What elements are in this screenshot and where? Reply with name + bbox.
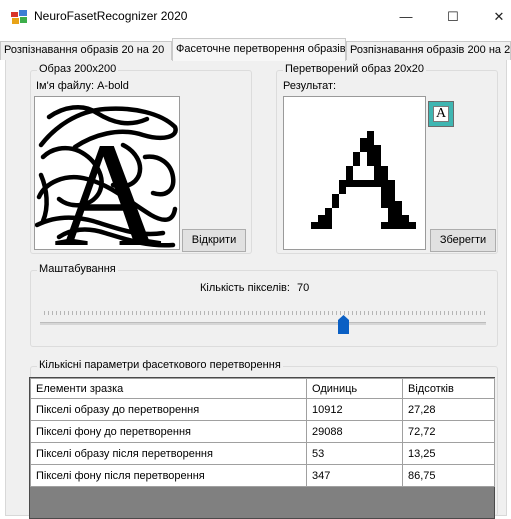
stats-grid[interactable]: Елементи зразка Одиниць Відсотків Піксел… bbox=[29, 377, 495, 519]
original-image-drawing: A bbox=[35, 104, 178, 249]
scaling-group-title: Маштабування bbox=[37, 263, 118, 275]
open-button[interactable]: Відкрити bbox=[182, 229, 246, 252]
table-row[interactable]: Пікселі фону до перетворення 29088 72,72 bbox=[30, 420, 495, 443]
pixel-slider-track[interactable] bbox=[40, 322, 486, 325]
maximize-button[interactable]: ☐ bbox=[430, 0, 476, 34]
row-name-cell: Пікселі фону до перетворення bbox=[30, 420, 307, 443]
stats-group-title: Кількісні параметри фасеткового перетвор… bbox=[37, 359, 283, 371]
result-thumbnail-letter: A bbox=[433, 106, 449, 122]
app-icon bbox=[11, 10, 27, 24]
row-percent-cell: 27,28 bbox=[402, 398, 495, 421]
row-name-cell: Пікселі образу після перетворення bbox=[30, 442, 307, 465]
converted-group-title: Перетворений образ 20x20 bbox=[283, 63, 427, 75]
row-percent-cell: 13,25 bbox=[402, 442, 495, 465]
column-header-units[interactable]: Одиниць bbox=[306, 378, 403, 399]
row-units-cell: 53 bbox=[306, 442, 403, 465]
window-title: NeuroFasetRecognizer 2020 bbox=[34, 9, 188, 23]
table-row[interactable]: Пікселі образу до перетворення 10912 27,… bbox=[30, 398, 495, 421]
row-units-cell: 347 bbox=[306, 464, 403, 487]
row-name-cell: Пікселі образу до перетворення bbox=[30, 398, 307, 421]
original-image-box: A bbox=[34, 96, 180, 250]
result-label: Результат: bbox=[283, 80, 337, 92]
row-percent-cell: 86,75 bbox=[402, 464, 495, 487]
save-button[interactable]: Зберегти bbox=[430, 229, 496, 252]
close-button[interactable]: ✕ bbox=[476, 0, 511, 34]
converted-image-box bbox=[283, 96, 426, 250]
tab-recognition-20[interactable]: Розпізнавання образів 20 на 20 bbox=[0, 41, 172, 60]
app-window: NeuroFasetRecognizer 2020 — ☐ ✕ Розпізна… bbox=[0, 0, 511, 519]
tab-strip: Розпізнавання образів 20 на 20 Фасеточне… bbox=[0, 38, 511, 61]
row-percent-cell: 72,72 bbox=[402, 420, 495, 443]
stats-table: Елементи зразка Одиниць Відсотків Піксел… bbox=[30, 378, 495, 487]
converted-image-drawing bbox=[311, 131, 416, 229]
filename-label: Ім'я файлу: A-bold bbox=[36, 80, 129, 92]
title-bar: NeuroFasetRecognizer 2020 — ☐ ✕ bbox=[0, 0, 511, 34]
pixel-count-value: 70 bbox=[297, 282, 310, 294]
column-header-elements[interactable]: Елементи зразка bbox=[30, 378, 307, 399]
table-row[interactable]: Пікселі фону після перетворення 347 86,7… bbox=[30, 464, 495, 487]
tab-facet-transform[interactable]: Фасеточне перетворення образів bbox=[172, 38, 346, 61]
row-units-cell: 29088 bbox=[306, 420, 403, 443]
minimize-button[interactable]: — bbox=[383, 0, 429, 34]
tab-recognition-200[interactable]: Розпізнавання образів 200 на 200 bbox=[346, 41, 511, 60]
pixel-count-label: Кількість пікселів: bbox=[200, 282, 290, 294]
result-thumbnail: A bbox=[428, 101, 454, 127]
row-units-cell: 10912 bbox=[306, 398, 403, 421]
table-row[interactable]: Пікселі образу після перетворення 53 13,… bbox=[30, 442, 495, 465]
row-name-cell: Пікселі фону після перетворення bbox=[30, 464, 307, 487]
original-group-title: Образ 200x200 bbox=[37, 63, 119, 75]
stats-header-row: Елементи зразка Одиниць Відсотків bbox=[30, 378, 495, 399]
column-header-percent[interactable]: Відсотків bbox=[402, 378, 495, 399]
slider-ticks bbox=[44, 311, 486, 315]
pixel-slider-thumb[interactable] bbox=[338, 315, 350, 334]
